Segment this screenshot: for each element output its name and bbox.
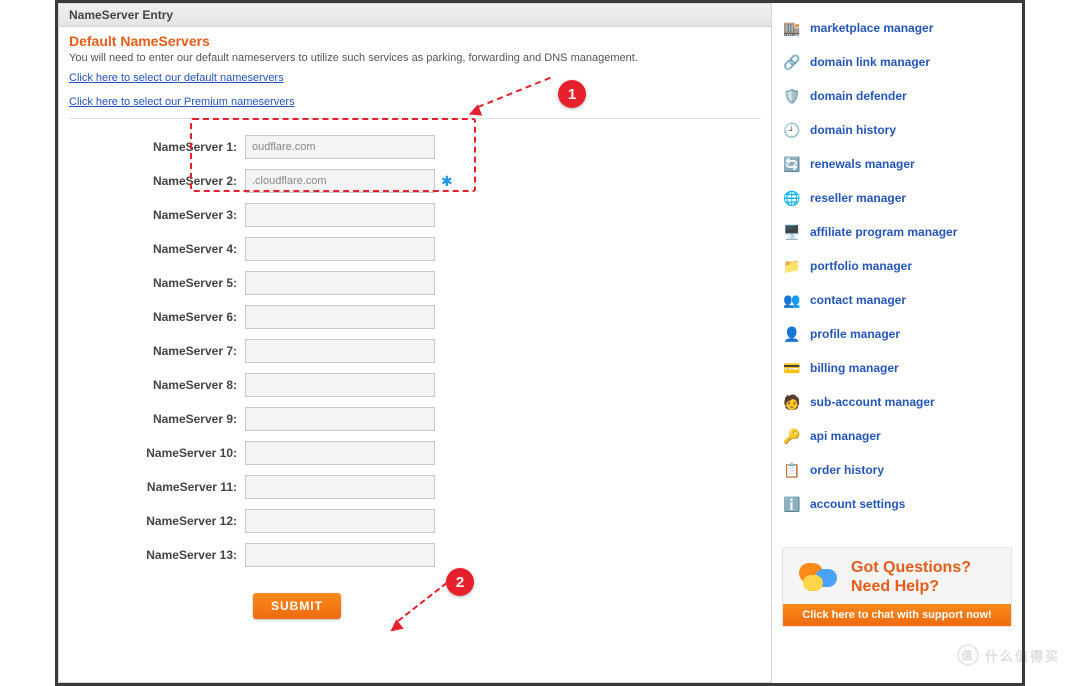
sidebar-label: marketplace manager [810, 21, 933, 35]
sidebar-menu: 🏬 marketplace manager 🔗 domain link manage… [782, 11, 1012, 521]
sidebar-label: billing manager [810, 361, 899, 375]
ns-input-10[interactable] [245, 441, 435, 465]
sidebar-item-marketplace[interactable]: 🏬 marketplace manager [782, 11, 1012, 45]
ns-label: NameServer 9: [145, 412, 245, 426]
folder-icon: 📁 [784, 258, 800, 274]
user-icon: 🧑 [784, 394, 800, 410]
people-icon: 👥 [784, 292, 800, 308]
ns-label: NameServer 1: [145, 140, 245, 154]
sidebar-label: order history [810, 463, 884, 477]
ns-label: NameServer 12: [145, 514, 245, 528]
sidebar-label: renewals manager [810, 157, 915, 171]
ns-input-8[interactable] [245, 373, 435, 397]
sidebar-item-affiliate[interactable]: 🖥️ affiliate program manager [782, 215, 1012, 249]
sidebar-item-domain-link[interactable]: 🔗 domain link manager [782, 45, 1012, 79]
sidebar-label: account settings [810, 497, 905, 511]
globe-icon: 🌐 [784, 190, 800, 206]
sidebar-item-portfolio[interactable]: 📁 portfolio manager [782, 249, 1012, 283]
ns-input-9[interactable] [245, 407, 435, 431]
help-chat-box[interactable]: Got Questions? Need Help? Click here to … [782, 547, 1012, 627]
shield-icon: 🛡️ [784, 88, 800, 104]
section-description: You will need to enter our default names… [69, 51, 761, 66]
person-icon: 👤 [784, 326, 800, 342]
ns-label: NameServer 8: [145, 378, 245, 392]
ns-input-1[interactable] [245, 135, 435, 159]
sidebar-label: profile manager [810, 327, 900, 341]
sidebar-item-sub-account[interactable]: 🧑 sub-account manager [782, 385, 1012, 419]
sidebar-label: contact manager [810, 293, 906, 307]
marketplace-icon: 🏬 [784, 20, 800, 36]
sidebar-label: affiliate program manager [810, 225, 957, 239]
link-default-ns[interactable]: Click here to select our default nameser… [69, 72, 284, 84]
sidebar-item-order-history[interactable]: 📋 order history [782, 453, 1012, 487]
submit-button[interactable]: SUBMIT [253, 593, 341, 619]
clock-icon: 🕘 [784, 122, 800, 138]
ns-input-2[interactable] [245, 169, 435, 193]
ns-label: NameServer 13: [145, 548, 245, 562]
ns-input-5[interactable] [245, 271, 435, 295]
sidebar-label: portfolio manager [810, 259, 912, 273]
sidebar-item-contact[interactable]: 👥 contact manager [782, 283, 1012, 317]
panel-title: NameServer Entry [59, 4, 771, 27]
sidebar-label: domain history [810, 123, 896, 137]
link-icon: 🔗 [784, 54, 800, 70]
monitor-icon: 🖥️ [784, 224, 800, 240]
sidebar-item-profile[interactable]: 👤 profile manager [782, 317, 1012, 351]
sidebar-item-billing[interactable]: 💳 billing manager [782, 351, 1012, 385]
ns-input-11[interactable] [245, 475, 435, 499]
sidebar-item-account-settings[interactable]: ℹ️ account settings [782, 487, 1012, 521]
ns-label: NameServer 7: [145, 344, 245, 358]
watermark-badge-icon: 值 [957, 644, 979, 666]
sidebar-label: api manager [810, 429, 881, 443]
ns-label: NameServer 10: [145, 446, 245, 460]
sidebar-label: domain defender [810, 89, 907, 103]
section-title: Default NameServers [69, 33, 761, 49]
ns-label: NameServer 5: [145, 276, 245, 290]
refresh-icon: 🔄 [784, 156, 800, 172]
ns-label: NameServer 11: [145, 480, 245, 494]
help-text: Got Questions? Need Help? [851, 558, 971, 596]
required-star-icon: ✱ [441, 173, 453, 190]
key-icon: 🔑 [784, 428, 800, 444]
nameserver-form: NameServer 1: NameServer 2: ✱ NameServer … [69, 135, 761, 619]
sidebar-label: domain link manager [810, 55, 930, 69]
ns-input-13[interactable] [245, 543, 435, 567]
sidebar-item-domain-history[interactable]: 🕘 domain history [782, 113, 1012, 147]
sidebar-item-domain-defender[interactable]: 🛡️ domain defender [782, 79, 1012, 113]
nameserver-panel: NameServer Entry Default NameServers You… [58, 3, 772, 683]
sidebar-item-reseller[interactable]: 🌐 reseller manager [782, 181, 1012, 215]
ns-input-3[interactable] [245, 203, 435, 227]
ns-label: NameServer 2: [145, 174, 245, 188]
sidebar-item-renewals[interactable]: 🔄 renewals manager [782, 147, 1012, 181]
sidebar-label: sub-account manager [810, 395, 935, 409]
ns-input-7[interactable] [245, 339, 435, 363]
ns-label: NameServer 4: [145, 242, 245, 256]
sidebar-label: reseller manager [810, 191, 906, 205]
divider [69, 118, 761, 119]
sidebar-item-api[interactable]: 🔑 api manager [782, 419, 1012, 453]
ns-input-6[interactable] [245, 305, 435, 329]
ns-input-4[interactable] [245, 237, 435, 261]
watermark: 值 什么值得买 [957, 644, 1060, 666]
link-premium-ns[interactable]: Click here to select our Premium nameser… [69, 96, 295, 108]
info-icon: ℹ️ [784, 496, 800, 512]
ns-label: NameServer 6: [145, 310, 245, 324]
card-icon: 💳 [784, 360, 800, 376]
ns-input-12[interactable] [245, 509, 435, 533]
help-bar: Click here to chat with support now! [783, 604, 1011, 626]
ns-label: NameServer 3: [145, 208, 245, 222]
list-icon: 📋 [784, 462, 800, 478]
chat-bubbles-icon [795, 559, 841, 595]
